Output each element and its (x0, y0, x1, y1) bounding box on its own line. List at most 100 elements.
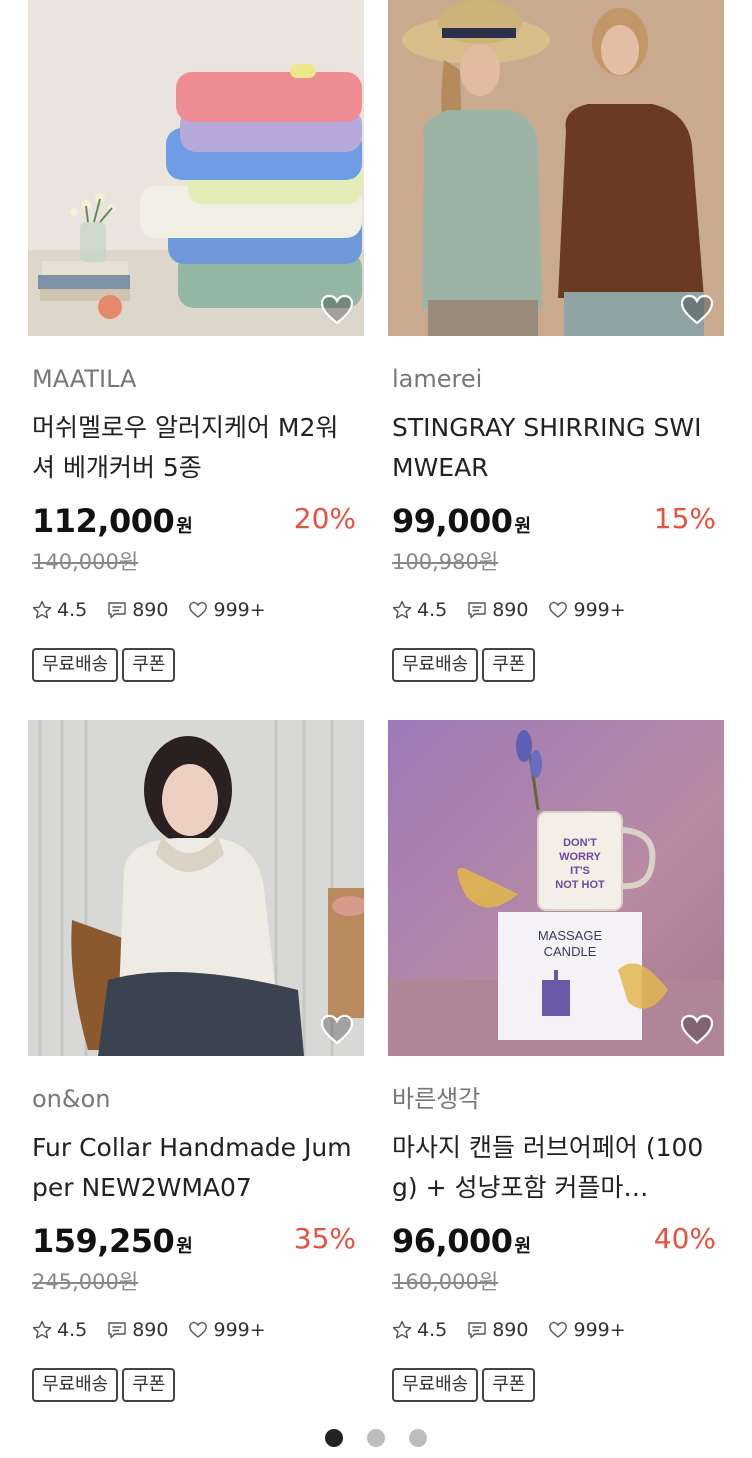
rating-value: 4.5 (57, 599, 88, 621)
coupon-tag: 쿠폰 (482, 648, 536, 682)
heart-icon (680, 294, 714, 325)
comment-icon (108, 602, 126, 619)
star-icon (392, 600, 412, 619)
discount-rate: 40% (653, 1222, 716, 1255)
review-stat: 890 (107, 1319, 168, 1341)
wishlist-heart-button[interactable] (680, 1014, 714, 1046)
original-price: 160,000원 (392, 1270, 499, 1294)
star-icon (32, 1320, 52, 1339)
product-image[interactable]: DON'T WORRY IT'S NOT HOT MASSAGE CANDLE (388, 720, 724, 1056)
product-card[interactable]: MAATILA 머쉬멜로우 알러지케어 M2워셔 베개커버 5종 112,000… (28, 0, 364, 682)
original-price: 140,000원 (32, 550, 139, 574)
wishlist-heart-button[interactable] (320, 294, 354, 326)
rating-value: 4.5 (57, 1319, 88, 1341)
jacket-model-photo (28, 720, 364, 1056)
free-shipping-tag: 무료배송 (32, 648, 119, 682)
rating-stat: 4.5 (392, 1319, 447, 1341)
product-name[interactable]: Fur Collar Handmade Jumper NEW2WMA07 (32, 1128, 360, 1208)
like-stat: 999+ (548, 1319, 626, 1341)
product-image[interactable] (28, 0, 364, 336)
like-count: 999+ (213, 1319, 266, 1341)
rating-value: 4.5 (417, 599, 448, 621)
product-brand[interactable]: lamerei (392, 364, 720, 394)
product-card[interactable]: DON'T WORRY IT'S NOT HOT MASSAGE CANDLE (388, 720, 724, 1402)
product-brand[interactable]: 바른생각 (392, 1084, 720, 1114)
heart-icon (320, 1014, 354, 1045)
product-brand[interactable]: on&on (32, 1084, 360, 1114)
review-count: 890 (132, 599, 169, 621)
like-count: 999+ (573, 599, 626, 621)
product-stats: 4.5 890 999+ (392, 1316, 720, 1344)
price-row: 112,000 원 20% (32, 502, 360, 544)
pillow-stack-photo (28, 0, 364, 336)
review-stat: 890 (467, 599, 528, 621)
coupon-tag: 쿠폰 (482, 1368, 536, 1402)
comment-icon (468, 602, 486, 619)
heart-outline-icon (189, 601, 208, 618)
product-image[interactable] (28, 720, 364, 1056)
heart-icon (680, 1014, 714, 1045)
mug-text-4: NOT HOT (555, 879, 605, 891)
star-icon (392, 1320, 412, 1339)
currency-unit: 원 (514, 1236, 532, 1257)
product-tags: 무료배송 쿠폰 (392, 648, 720, 682)
sale-price: 96,000 (392, 1222, 513, 1260)
rating-stat: 4.5 (32, 1319, 87, 1341)
product-image[interactable] (388, 0, 724, 336)
heart-outline-icon (189, 1321, 208, 1338)
free-shipping-tag: 무료배송 (32, 1368, 119, 1402)
comment-icon (108, 1322, 126, 1339)
mug-text-2: WORRY (559, 851, 601, 863)
sale-price: 99,000 (392, 502, 513, 540)
coupon-tag: 쿠폰 (122, 648, 176, 682)
discount-rate: 20% (293, 502, 356, 535)
sale-price: 159,250 (32, 1222, 175, 1260)
page-dot-2[interactable] (367, 1429, 385, 1447)
original-price: 100,980원 (392, 550, 499, 574)
like-count: 999+ (573, 1319, 626, 1341)
pagination-dots (0, 1429, 752, 1447)
product-name[interactable]: STINGRAY SHIRRING SWIMWEAR (392, 408, 720, 488)
like-stat: 999+ (548, 599, 626, 621)
rating-stat: 4.5 (392, 599, 447, 621)
box-text-2: CANDLE (544, 944, 597, 959)
product-tags: 무료배송 쿠폰 (32, 1368, 360, 1402)
wishlist-heart-button[interactable] (320, 1014, 354, 1046)
sale-price: 112,000 (32, 502, 175, 540)
original-price: 245,000원 (32, 1270, 139, 1294)
product-card[interactable]: on&on Fur Collar Handmade Jumper NEW2WMA… (28, 720, 364, 1402)
product-tags: 무료배송 쿠폰 (32, 648, 360, 682)
price-row: 96,000 원 40% (392, 1222, 720, 1264)
review-count: 890 (492, 599, 529, 621)
product-stats: 4.5 890 999+ (392, 596, 720, 624)
heart-outline-icon (549, 1321, 568, 1338)
wishlist-heart-button[interactable] (680, 294, 714, 326)
like-stat: 999+ (188, 1319, 266, 1341)
product-name[interactable]: 머쉬멜로우 알러지케어 M2워셔 베개커버 5종 (32, 408, 360, 488)
price-row: 159,250 원 35% (32, 1222, 360, 1264)
discount-rate: 35% (293, 1222, 356, 1255)
mug-text-1: DON'T (563, 837, 597, 849)
currency-unit: 원 (176, 516, 193, 537)
review-stat: 890 (467, 1319, 528, 1341)
coupon-tag: 쿠폰 (122, 1368, 176, 1402)
free-shipping-tag: 무료배송 (392, 648, 479, 682)
product-brand[interactable]: MAATILA (32, 364, 360, 394)
free-shipping-tag: 무료배송 (392, 1368, 479, 1402)
page-dot-3[interactable] (409, 1429, 427, 1447)
heart-icon (320, 294, 354, 325)
product-stats: 4.5 890 999+ (32, 1316, 360, 1344)
price-row: 99,000 원 15% (392, 502, 720, 544)
mug-text-3: IT'S (570, 865, 590, 877)
product-stats: 4.5 890 999+ (32, 596, 360, 624)
discount-rate: 15% (653, 502, 716, 535)
review-count: 890 (492, 1319, 529, 1341)
rating-value: 4.5 (417, 1319, 448, 1341)
page-dot-1[interactable] (325, 1429, 343, 1447)
product-name[interactable]: 마사지 캔들 러브어페어 (100g) + 성냥포함 커플마… (392, 1128, 720, 1208)
currency-unit: 원 (514, 516, 532, 537)
heart-outline-icon (549, 601, 568, 618)
massage-candle-photo: DON'T WORRY IT'S NOT HOT MASSAGE CANDLE (388, 720, 724, 1056)
box-text-1: MASSAGE (538, 928, 603, 943)
product-card[interactable]: lamerei STINGRAY SHIRRING SWIMWEAR 99,00… (388, 0, 724, 682)
